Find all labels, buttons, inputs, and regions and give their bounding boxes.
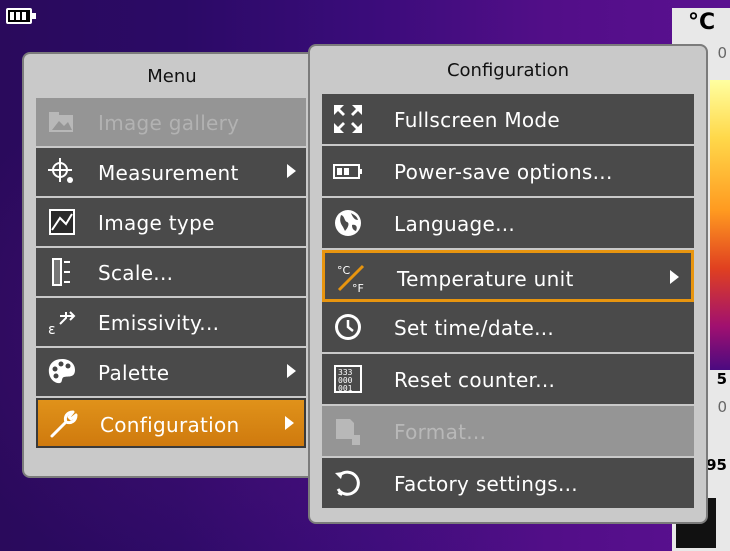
palette-icon [46,356,78,388]
emissivity-icon: ε [46,306,78,338]
clock-icon [332,311,364,343]
menu-item-image-gallery: Image gallery [36,98,306,148]
menu-item-label: Scale... [98,261,174,285]
menu-item-palette[interactable]: Palette [36,348,306,398]
svg-text:001: 001 [338,384,353,393]
image-gallery-icon [46,106,78,138]
menu-list: Image gallery Measurement Image type Sca… [36,98,306,448]
scale-color-bar [710,80,730,370]
sd-card-icon [332,415,364,447]
menu-item-label: Palette [98,361,170,385]
conf-item-label: Temperature unit [397,267,574,291]
scale-value: 0 [717,398,727,416]
menu-item-configuration[interactable]: Configuration [36,398,306,448]
scale-value: 95 [706,456,727,474]
conf-item-label: Fullscreen Mode [394,108,561,132]
menu-item-emissivity[interactable]: ε Emissivity... [36,298,306,348]
conf-item-label: Factory settings... [394,472,578,496]
menu-item-image-type[interactable]: Image type [36,198,306,248]
configuration-list: Fullscreen Mode Power-save options... La… [322,94,694,510]
counter-icon: 333 000 001 [332,363,364,395]
svg-text:°F: °F [352,282,364,294]
configuration-title: Configuration [446,60,570,81]
battery-full-icon [6,8,36,24]
scale-unit-label: °C [688,10,716,35]
menu-item-label: Image type [98,211,215,235]
svg-text:ε: ε [48,322,56,338]
conf-item-set-time-date[interactable]: Set time/date... [322,302,694,354]
submenu-arrow-icon [670,270,679,284]
factory-reset-icon [332,467,364,499]
conf-item-reset-counter[interactable]: 333 000 001 Reset counter... [322,354,694,406]
menu-item-label: Emissivity... [98,311,220,335]
conf-item-power-save-options[interactable]: Power-save options... [322,146,694,198]
conf-item-fullscreen-mode[interactable]: Fullscreen Mode [322,94,694,146]
main-menu-panel: Menu Image gallery Measurement Image typ… [22,52,318,478]
menu-item-label: Measurement [98,161,239,185]
conf-item-label: Set time/date... [394,316,555,340]
scale-value: 5 [716,370,727,388]
measurement-crosshair-icon [46,156,78,188]
menu-item-measurement[interactable]: Measurement [36,148,306,198]
conf-item-language[interactable]: Language... [322,198,694,250]
conf-item-temperature-unit[interactable]: °C °F Temperature unit [322,250,694,302]
conf-item-label: Reset counter... [394,368,556,392]
image-type-icon [46,206,78,238]
battery-icon [332,155,364,187]
menu-item-label: Configuration [100,413,240,437]
scale-value: 0 [717,44,727,62]
conf-item-label: Language... [394,212,516,236]
conf-item-label: Power-save options... [394,160,613,184]
globe-icon [332,207,364,239]
conf-item-factory-settings[interactable]: Factory settings... [322,458,694,510]
wrench-icon [48,408,80,440]
submenu-arrow-icon [285,416,294,430]
conf-item-format: Format... [322,406,694,458]
submenu-arrow-icon [287,164,296,178]
fullscreen-icon [332,103,364,135]
menu-item-label: Image gallery [98,111,240,135]
menu-title: Menu [147,66,197,87]
configuration-submenu-panel: Configuration Fullscreen Mode Power-save… [308,44,708,524]
submenu-arrow-icon [287,364,296,378]
menu-item-scale[interactable]: Scale... [36,248,306,298]
svg-text:°C: °C [337,264,351,277]
temperature-unit-icon: °C °F [335,262,367,294]
conf-item-label: Format... [394,420,487,444]
scale-icon [46,256,78,288]
